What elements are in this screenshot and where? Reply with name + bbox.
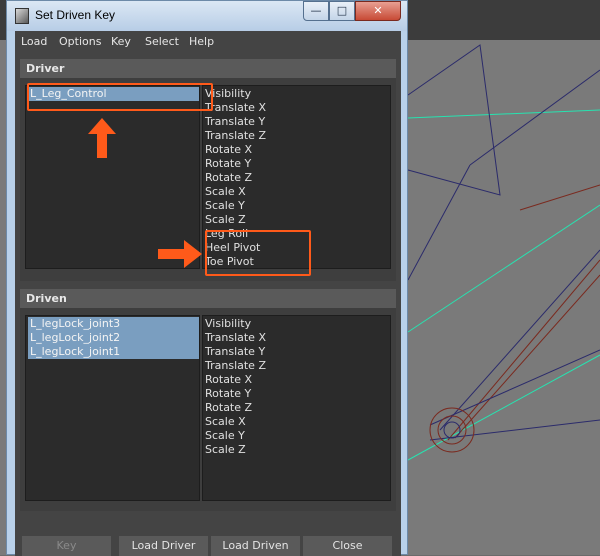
window-titlebar[interactable]: Set Driven Key — □ ✕: [7, 1, 407, 31]
window-title: Set Driven Key: [35, 8, 116, 22]
key-button[interactable]: Key: [22, 536, 111, 556]
maximize-button[interactable]: □: [329, 1, 355, 21]
driven-header-label: Driven: [26, 292, 67, 305]
attribute-item[interactable]: Scale Z: [205, 213, 246, 227]
attribute-item[interactable]: Scale Z: [205, 443, 246, 457]
attribute-item[interactable]: Translate X: [205, 331, 266, 345]
attribute-item[interactable]: Rotate Z: [205, 401, 252, 415]
attribute-item[interactable]: Translate Z: [205, 359, 266, 373]
load-driver-button[interactable]: Load Driver: [119, 536, 208, 556]
close-window-button[interactable]: ✕: [355, 1, 401, 21]
driver-frame-header[interactable]: Driver: [20, 59, 396, 78]
driven-object-item[interactable]: L_legLock_joint3: [28, 317, 199, 331]
attribute-item[interactable]: Translate Y: [205, 115, 265, 129]
button-bar: Key Load Driver Load Driven Close: [15, 533, 401, 556]
menu-bar: Load Options Key Select Help: [15, 31, 401, 53]
menu-key[interactable]: Key: [111, 35, 131, 48]
attribute-item[interactable]: Scale Y: [205, 199, 245, 213]
attribute-item[interactable]: Rotate X: [205, 143, 252, 157]
attribute-item[interactable]: Translate Y: [205, 345, 265, 359]
attribute-item[interactable]: Scale X: [205, 185, 246, 199]
driven-attribute-list[interactable]: Visibility Translate X Translate Y Translat…: [202, 315, 391, 501]
driven-object-item[interactable]: L_legLock_joint1: [28, 345, 199, 359]
minimize-button[interactable]: —: [303, 1, 329, 21]
attribute-item[interactable]: Scale X: [205, 415, 246, 429]
custom-attributes-highlight: [205, 230, 311, 276]
attribute-item[interactable]: Rotate Z: [205, 171, 252, 185]
driver-object-highlight: [27, 83, 213, 111]
right-arrow-icon: [158, 240, 202, 268]
driven-frame-header[interactable]: Driven: [20, 289, 396, 308]
driver-header-label: Driver: [26, 62, 65, 75]
menu-options[interactable]: Options: [59, 35, 101, 48]
menu-help[interactable]: Help: [189, 35, 214, 48]
attribute-item[interactable]: Rotate Y: [205, 157, 251, 171]
close-icon: ✕: [373, 4, 383, 17]
minimize-icon: —: [310, 4, 322, 17]
driven-object-item[interactable]: L_legLock_joint2: [28, 331, 199, 345]
attribute-item[interactable]: Translate X: [205, 101, 266, 115]
driven-object-list[interactable]: L_legLock_joint3 L_legLock_joint2 L_legL…: [25, 315, 200, 501]
menu-select[interactable]: Select: [145, 35, 179, 48]
attribute-item[interactable]: Scale Y: [205, 429, 245, 443]
attribute-item[interactable]: Rotate X: [205, 373, 252, 387]
driven-frame: Driven L_legLock_joint3 L_legLock_joint2…: [20, 289, 396, 511]
menu-load[interactable]: Load: [21, 35, 47, 48]
driven-frame-body: L_legLock_joint3 L_legLock_joint2 L_legL…: [20, 308, 396, 511]
attribute-item[interactable]: Visibility: [205, 317, 251, 331]
attribute-item[interactable]: Translate Z: [205, 129, 266, 143]
up-arrow-icon: [88, 118, 116, 158]
load-driven-button[interactable]: Load Driven: [211, 536, 300, 556]
attribute-item[interactable]: Rotate Y: [205, 387, 251, 401]
close-button[interactable]: Close: [303, 536, 392, 556]
maya-icon: [15, 8, 29, 24]
maximize-icon: □: [336, 4, 348, 17]
